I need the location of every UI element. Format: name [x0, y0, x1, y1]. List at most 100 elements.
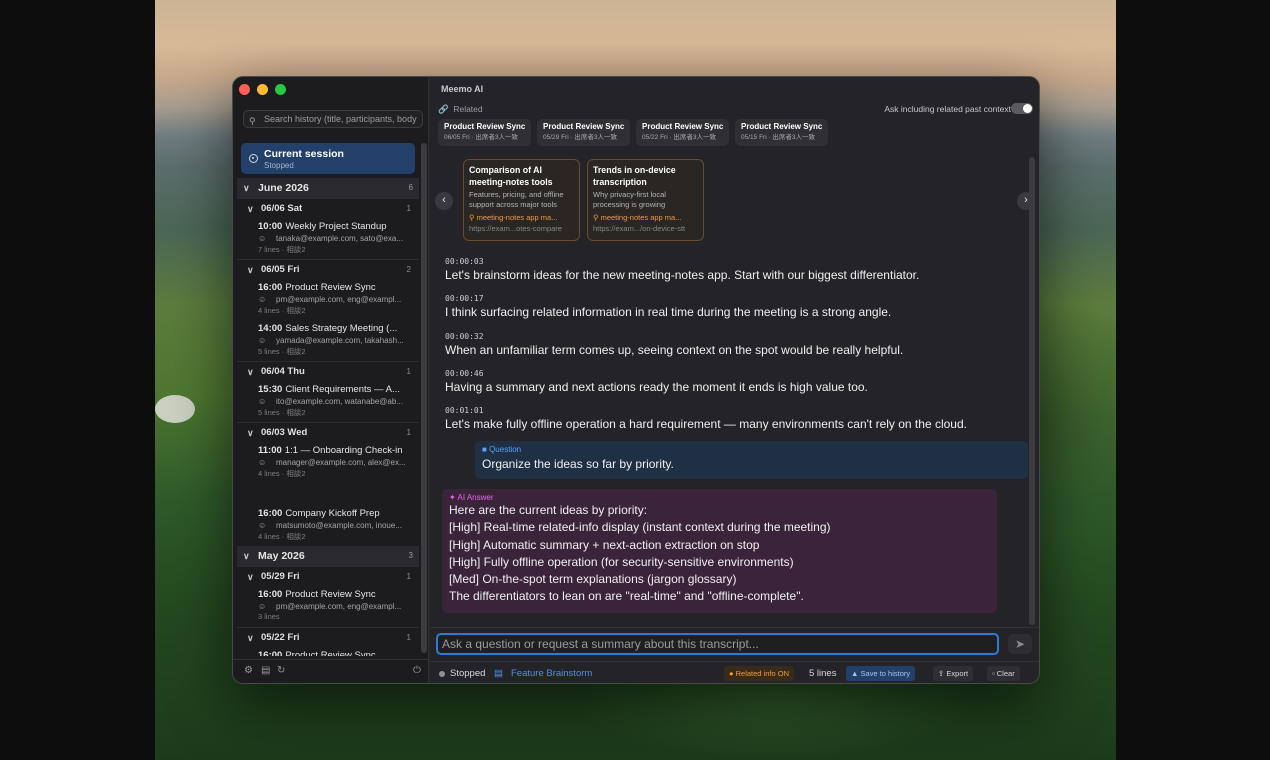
related-info-badge[interactable]: ● Related info ON — [724, 666, 794, 681]
history-item-title: 14:00 Sales Strategy Meeting (... — [258, 320, 413, 334]
history-item-meta: 5 lines · 相談2 — [258, 347, 306, 356]
history-item[interactable]: 14:00 Sales Strategy Meeting (... ☺ yamada@… — [237, 320, 419, 361]
chevron-down-icon: ∨ — [243, 183, 250, 193]
transcript-scrollbar[interactable] — [1029, 157, 1035, 625]
history-item[interactable]: 15:30 Client Requirements — A... ☺ ito@exam… — [237, 381, 419, 422]
day-header[interactable]: ∨ 06/04 Thu 1 — [237, 361, 419, 381]
history-item[interactable]: 16:00 Product Review Sync — [237, 647, 419, 656]
search-icon: ⚲ — [469, 213, 475, 222]
link-icon: 🔗 — [438, 104, 449, 114]
ask-bar: Ask a question or request a summary abou… — [430, 627, 1039, 660]
day-count: 1 — [406, 204, 411, 213]
history-item[interactable]: 11:00 1:1 — Onboarding Check-in ☺ manager@e… — [237, 442, 419, 483]
power-icon[interactable]: ⏻ — [413, 665, 421, 676]
related-session-chip[interactable]: Product Review Sync 05/29 Fri · 出席者3人一致 — [537, 119, 630, 146]
ask-context-toggle[interactable] — [1011, 103, 1033, 114]
history-search-input[interactable]: ⚲ Search history (title, participants, b… — [243, 110, 423, 128]
transcript-text: I think surfacing related information in… — [445, 305, 892, 319]
save-icon: ▲ — [851, 669, 859, 678]
save-to-history-button[interactable]: ▲ Save to history — [846, 666, 916, 681]
history-search-placeholder: Search history (title, participants, bod… — [264, 114, 417, 124]
related-info-card[interactable]: Trends in on-device transcription Why pr… — [587, 159, 704, 241]
send-button[interactable]: ➤ — [1008, 634, 1032, 654]
ai-answer-line: Here are the current ideas by priority: — [449, 503, 648, 517]
participants-text: tanaka@example.com, sato@exa... — [276, 234, 403, 243]
day-header[interactable]: ∨ 05/29 Fri 1 — [237, 566, 419, 586]
app-window: ⚲ Search history (title, participants, b… — [232, 76, 1040, 684]
people-icon: ☺ — [258, 336, 267, 345]
day-count: 1 — [406, 633, 411, 642]
history-item-meta: 3 lines — [258, 612, 280, 621]
current-session-item[interactable]: Current session Stopped — [241, 143, 415, 174]
chip-title: Product Review Sync — [444, 122, 526, 131]
transcript-timestamp: 00:01:01 — [445, 406, 484, 415]
history-item-time: 16:00 — [258, 650, 283, 656]
record-icon — [249, 154, 258, 163]
day-count: 1 — [406, 367, 411, 376]
history-item-time: 14:00 — [258, 323, 283, 334]
history-item-meta: 4 lines · 相談2 — [258, 306, 306, 315]
history-list: ∨ June 2026 6 ∨ 06/06 Sat 1 10:00 Weekly Projec… — [237, 178, 419, 656]
card-title: Comparison of AI meeting-notes tools — [469, 165, 553, 187]
close-window-button[interactable] — [239, 84, 250, 95]
bulb-icon: ● — [729, 669, 734, 678]
history-item-title: 16:00 Product Review Sync — [258, 586, 413, 600]
prev-card-button[interactable]: ‹ — [435, 192, 453, 210]
ask-context-label: Ask including related past context — [884, 104, 1011, 114]
refresh-icon[interactable]: ↻ — [277, 665, 285, 676]
day-header[interactable]: ∨ 05/22 Fri 1 — [237, 627, 419, 647]
history-item[interactable]: 16:00 Product Review Sync ☺ pm@example.com,… — [237, 586, 419, 627]
line-count: 5 lines — [809, 668, 837, 679]
save-label: Save to history — [860, 669, 911, 678]
participants-text: pm@example.com, eng@exampl... — [276, 295, 402, 304]
related-sessions: Product Review Sync 06/05 Fri · 出席者3人一致 P… — [438, 119, 828, 146]
search-icon: ⚲ — [593, 213, 599, 222]
ai-answer-label: AI Answer — [457, 493, 494, 502]
settings-icon[interactable]: ⚙ — [244, 665, 253, 676]
day-label: 06/04 Thu — [261, 366, 305, 377]
user-icon: ■ — [482, 445, 487, 454]
day-header[interactable]: ∨ 06/03 Wed 1 — [237, 422, 419, 442]
related-session-chip[interactable]: Product Review Sync 05/22 Fri · 出席者3人一致 — [636, 119, 729, 146]
day-label: 06/06 Sat — [261, 203, 303, 214]
sidebar-scrollbar[interactable] — [421, 143, 427, 653]
question-label: Question — [489, 445, 522, 454]
month-header[interactable]: ∨ June 2026 6 — [237, 178, 419, 198]
clear-button[interactable]: ▫ Clear — [987, 666, 1020, 681]
history-item-name: Sales Strategy Meeting (... — [285, 323, 398, 334]
history-item-title: 11:00 1:1 — Onboarding Check-in — [258, 442, 413, 456]
card-url[interactable]: https://exam.../on-device-stt — [593, 224, 698, 233]
participants-text: manager@example.com, alex@ex... — [276, 458, 406, 467]
history-item[interactable]: 16:00 Company Kickoff Prep ☺ matsumoto@exam… — [237, 505, 419, 546]
card-url[interactable]: https://exam...otes-compare — [469, 224, 574, 233]
question-bubble: ■ Question Organize the ideas so far by … — [475, 441, 1028, 479]
related-session-chip[interactable]: Product Review Sync 05/15 Fri · 出席者3人一致 — [735, 119, 828, 146]
people-icon: ☺ — [258, 397, 267, 406]
history-item[interactable]: 16:00 Product Review Sync ☺ pm@example.com,… — [237, 279, 419, 320]
card-title: Trends in on-device transcription — [593, 165, 676, 187]
month-header[interactable]: ∨ May 2026 3 — [237, 546, 419, 566]
related-session-chip[interactable]: Product Review Sync 06/05 Fri · 出席者3人一致 — [438, 119, 531, 146]
day-header[interactable]: ∨ 06/05 Fri 2 — [237, 259, 419, 279]
month-label: May 2026 — [258, 550, 305, 562]
export-label: Export — [946, 669, 969, 678]
zoom-window-button[interactable] — [275, 84, 286, 95]
ai-answer-line: [High] Real-time related-info display (i… — [449, 520, 831, 535]
question-header: ■ Question — [482, 445, 1021, 454]
export-button[interactable]: ⇪ Export — [933, 666, 974, 681]
history-item-meta: 5 lines · 相談2 — [258, 408, 306, 417]
ask-input[interactable]: Ask a question or request a summary abou… — [436, 633, 999, 655]
month-count: 6 — [408, 183, 413, 192]
notes-icon[interactable]: ▤ — [261, 665, 270, 676]
history-item[interactable]: 10:00 Weekly Project Standup ☺ tanaka@examp… — [237, 218, 419, 259]
day-header[interactable]: ∨ 06/06 Sat 1 — [237, 198, 419, 218]
minimize-window-button[interactable] — [257, 84, 268, 95]
session-title[interactable]: Feature Brainstorm — [511, 668, 592, 679]
search-icon: ⚲ — [249, 116, 256, 126]
export-icon: ⇪ — [938, 669, 945, 678]
chevron-left-icon: ‹ — [442, 194, 446, 206]
related-info-card[interactable]: Comparison of AI meeting-notes tools Fea… — [463, 159, 580, 241]
ai-answer-line: [High] Automatic summary + next-action e… — [449, 537, 760, 552]
window-controls — [239, 84, 286, 95]
history-item-title: 16:00 Product Review Sync — [258, 279, 413, 293]
